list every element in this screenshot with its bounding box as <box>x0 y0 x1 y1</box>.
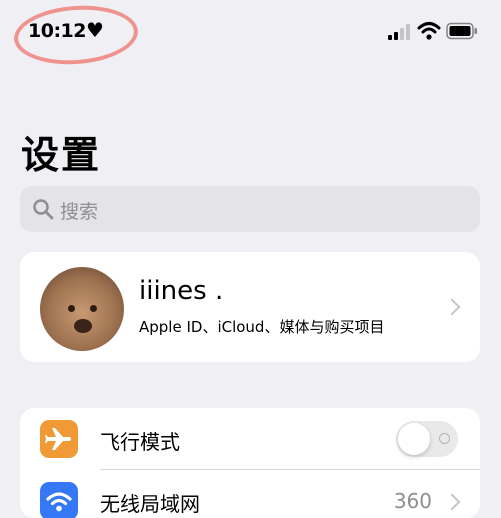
toggle-knob <box>398 423 430 455</box>
search-bar[interactable]: 搜索 <box>20 186 480 232</box>
search-icon <box>33 199 54 220</box>
apple-id-profile-row[interactable]: iiines . Apple ID、iCloud、媒体与购买项目 <box>20 252 480 362</box>
chevron-right-icon <box>443 298 461 316</box>
settings-group-connectivity: 飞行模式 无线局域网 360 <box>20 408 480 518</box>
avatar-nose <box>74 319 92 333</box>
search-placeholder: 搜索 <box>60 201 99 223</box>
cellular-signal-icon <box>388 24 410 40</box>
profile-name: iiines . <box>139 276 224 306</box>
settings-row-wifi[interactable]: 无线局域网 360 <box>20 470 480 518</box>
avatar-right-eye <box>90 305 97 312</box>
row-label-airplane-mode: 飞行模式 <box>100 430 180 454</box>
wifi-icon <box>417 22 441 40</box>
avatar <box>40 267 124 351</box>
airplane-icon <box>40 420 78 458</box>
row-label-wifi: 无线局域网 <box>100 492 200 516</box>
settings-row-airplane-mode[interactable]: 飞行模式 <box>20 408 480 470</box>
wifi-settings-icon <box>40 482 78 518</box>
battery-icon <box>446 22 477 40</box>
profile-subtitle: Apple ID、iCloud、媒体与购买项目 <box>139 318 385 336</box>
chevron-right-icon <box>443 493 461 511</box>
airplane-mode-toggle[interactable] <box>396 421 458 457</box>
avatar-left-eye <box>68 305 75 312</box>
highlight-annotation-circle <box>12 1 140 69</box>
wifi-network-value: 360 <box>393 489 432 513</box>
page-title: 设置 <box>21 133 102 177</box>
toggle-off-indicator <box>439 433 450 444</box>
status-bar: 10:12 ♥ <box>0 0 501 69</box>
